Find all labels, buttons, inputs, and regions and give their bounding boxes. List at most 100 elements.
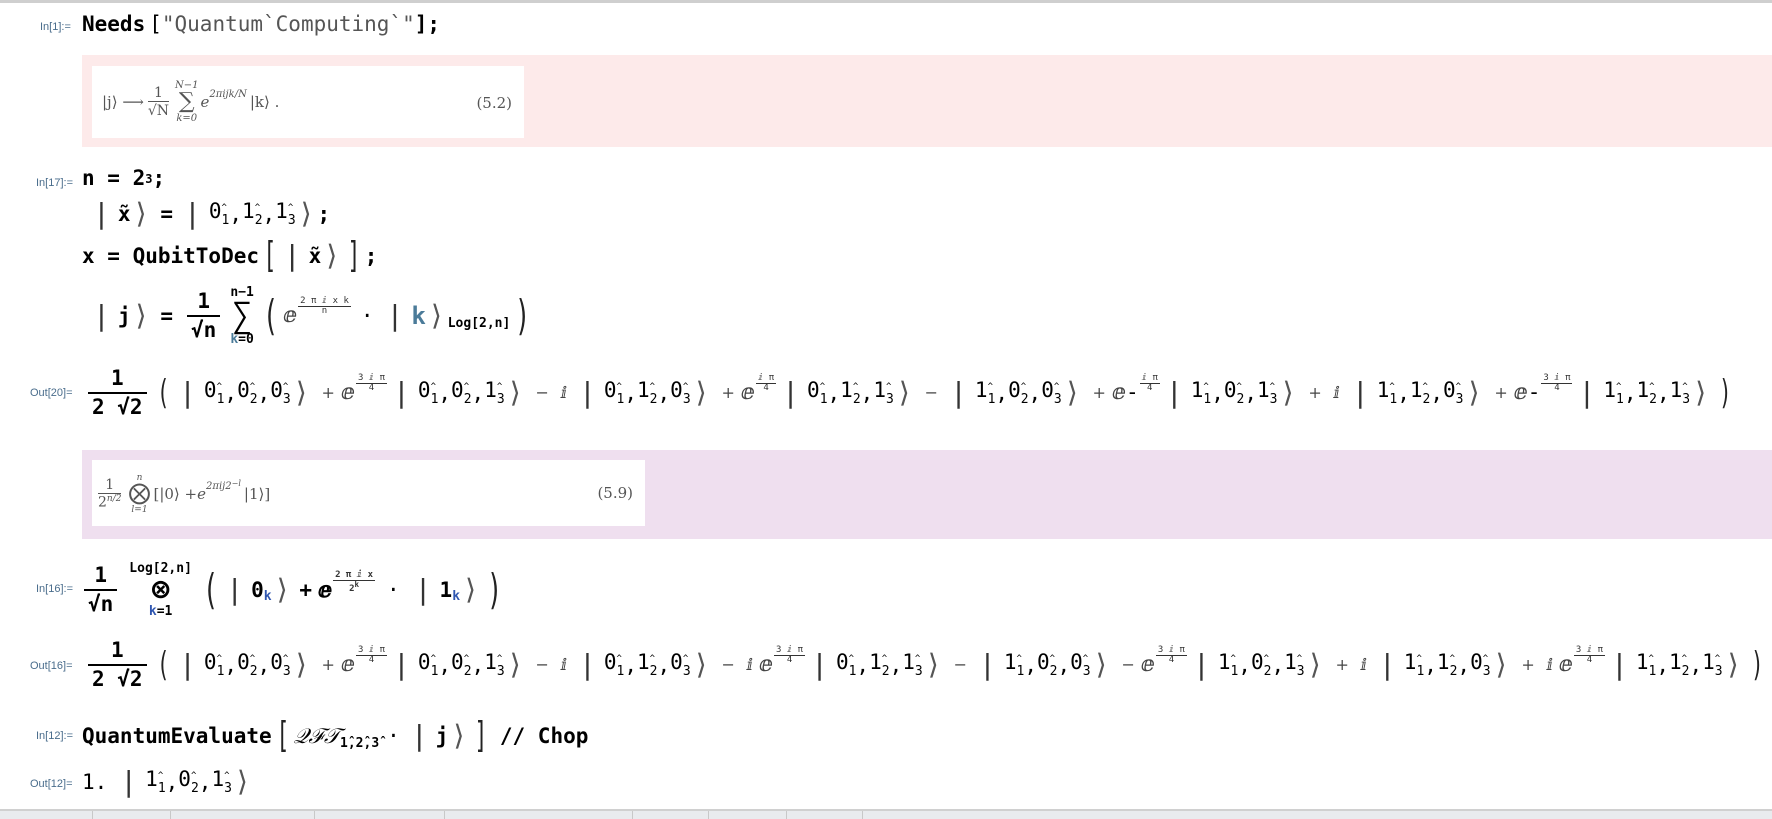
qubit: 11 (145, 769, 166, 796)
basis-ket: |01, 02, 13⟩ (393, 651, 523, 679)
term-sign: − (953, 655, 967, 674)
qubit-index: 3 (1682, 392, 1690, 407)
comma: , (262, 201, 276, 226)
qubit: 13 (1670, 380, 1690, 407)
qubit-value: 0 (203, 650, 217, 674)
qubit-value: 0 (1250, 650, 1264, 674)
qubit: 03 (670, 378, 690, 407)
qubit: 11 (1636, 652, 1656, 679)
ket-j: j (435, 723, 449, 748)
qubit-index: 3 (497, 664, 505, 679)
qubit: 03 (670, 652, 690, 679)
qubit: 12 (637, 380, 657, 407)
note1-sum-lower: k=0 (176, 113, 198, 124)
qubit-index: 1 (988, 392, 996, 407)
comma: , (471, 652, 485, 677)
qubit-value: 1 (1284, 650, 1297, 674)
exponent-fraction: 3 ⅈ π4 (1541, 374, 1573, 393)
qubit: 11 (1404, 652, 1424, 679)
open-bracket: [ (149, 12, 162, 36)
input-cell-17-line1[interactable]: n = 2 3; (82, 168, 165, 189)
n-assignment: n = 2 (82, 166, 146, 190)
comma: , (1244, 380, 1258, 405)
exponent-denominator: n (321, 306, 328, 316)
output-cell-20[interactable]: 12 √2 ( |01, 02, 03⟩+ⅇ3 ⅈ π4|01, 02, 13⟩… (82, 360, 1735, 426)
qubit: 03 (1443, 380, 1463, 407)
euler-e: ⅇ (740, 380, 755, 405)
output-cell-16[interactable]: 12 √2 ( |01, 02, 03⟩+ⅇ3 ⅈ π4|01, 02, 13⟩… (82, 632, 1768, 698)
output-cell-12[interactable]: 1. |11, 02, 13⟩ (82, 768, 254, 796)
note2-numerator: 1 (105, 477, 115, 494)
power-exponent: 3 (145, 171, 153, 186)
basis-ket: |11, 12, 03⟩ (1379, 651, 1509, 679)
ket-one-subscript: k (452, 588, 461, 604)
close-bracket: ]; (414, 12, 441, 36)
qubit-index: 2 (1450, 664, 1458, 679)
imaginary-unit: ⅈ (560, 655, 568, 674)
imaginary-unit: ⅈ (1333, 383, 1340, 402)
qubit-index: 3 (886, 392, 894, 407)
euler-e: ⅇ (1558, 652, 1573, 677)
exponent-denominator: 4 (1147, 383, 1153, 393)
input-cell-12[interactable]: QuantumEvaluate [ 𝒬ℱ𝒯 1̂,2̂,3̂ · | j ⟩ ] /… (82, 718, 588, 754)
input-cell-17-line2[interactable]: |x̃⟩ = |01, 12, 13⟩ ; (90, 200, 330, 228)
qubit-to-dec-call: x = QubitToDec (82, 243, 260, 268)
input-cell-16[interactable]: 1 √n Log[2,n] ⊗ k=1 ( | 0 k ⟩ + ⅇ2 π ⅈ x 2k ·… (82, 554, 507, 626)
amplitude-coefficient: 1. (82, 769, 108, 794)
note2-tensor-lower: l=1 (131, 505, 148, 515)
comma: , (1424, 652, 1437, 677)
qubit-index: 2 (882, 664, 890, 679)
qubit-value: 0 (208, 199, 222, 223)
fraction-denominator: 2 √2 (88, 392, 147, 418)
input-cell-needs[interactable]: Needs [ "Quantum`Computing`" ]; (82, 14, 440, 35)
exponent-fraction: 3 ⅈ π4 (355, 374, 388, 393)
qubit-value: 0 (270, 650, 283, 674)
dot-operator: · (387, 577, 400, 602)
term-sign: + (1308, 383, 1322, 402)
ket-close: ⟩ (692, 648, 710, 681)
ket-bar: | (179, 376, 196, 409)
qubit-value: 0 (670, 378, 683, 402)
qubit: 11 (1377, 380, 1397, 407)
semicolon: ; (152, 166, 166, 190)
basis-ket: |01, 12, 13⟩ (811, 651, 941, 679)
comma: , (1430, 380, 1443, 405)
qubit-index: 3 (1083, 664, 1091, 679)
qubit-index: 3 (497, 392, 505, 407)
qubit-index: 1 (431, 664, 439, 679)
qubit-index: 1 (617, 392, 625, 407)
ket-close: ⟩ (233, 765, 251, 798)
ket-close: ⟩ (1692, 376, 1709, 409)
needs-function: Needs (82, 12, 146, 36)
input-cell-17-line4[interactable]: | j ⟩ = 1 √n n−1 ∑ k=0 ( ⅇ2 π ⅈ x kn · | k ⟩ … (90, 280, 536, 352)
comma: , (995, 380, 1009, 405)
qubit-index: 1 (158, 781, 166, 796)
ket-close: ⟩ (895, 376, 913, 409)
ket-bar: | (179, 648, 196, 681)
sum-icon: ∑ (178, 89, 195, 114)
sum-icon: ∑ (231, 296, 253, 336)
exponent-denominator: 4 (1586, 655, 1593, 665)
ket-close: ⟩ (292, 376, 310, 409)
qubit: 03 (270, 650, 291, 679)
input-cell-17-line3[interactable]: x = QubitToDec [ | x̃ ⟩ ] ; (82, 238, 377, 274)
ket-bar: | (579, 376, 596, 409)
qubit-index: 3 (288, 213, 296, 228)
comma: , (657, 380, 671, 405)
qubit-value: 0 (203, 378, 217, 402)
sum-index: k (230, 332, 239, 347)
qubit-value: 0 (451, 650, 464, 674)
term-sign: − (535, 655, 549, 674)
comma: , (257, 652, 271, 677)
ket-bar: | (1192, 648, 1210, 681)
comma: , (198, 769, 212, 794)
ket-close: ⟩ (506, 648, 524, 681)
qubit: 02 (178, 769, 198, 796)
term-sign: − (1121, 655, 1135, 674)
qubit-index: 2 (1649, 392, 1657, 407)
qubit-index: 3 (283, 664, 291, 679)
qubit-value: 1 (902, 650, 915, 674)
qubit: 01 (208, 199, 229, 228)
comma: , (856, 652, 870, 677)
exponent-denominator: 4 (1554, 383, 1560, 393)
